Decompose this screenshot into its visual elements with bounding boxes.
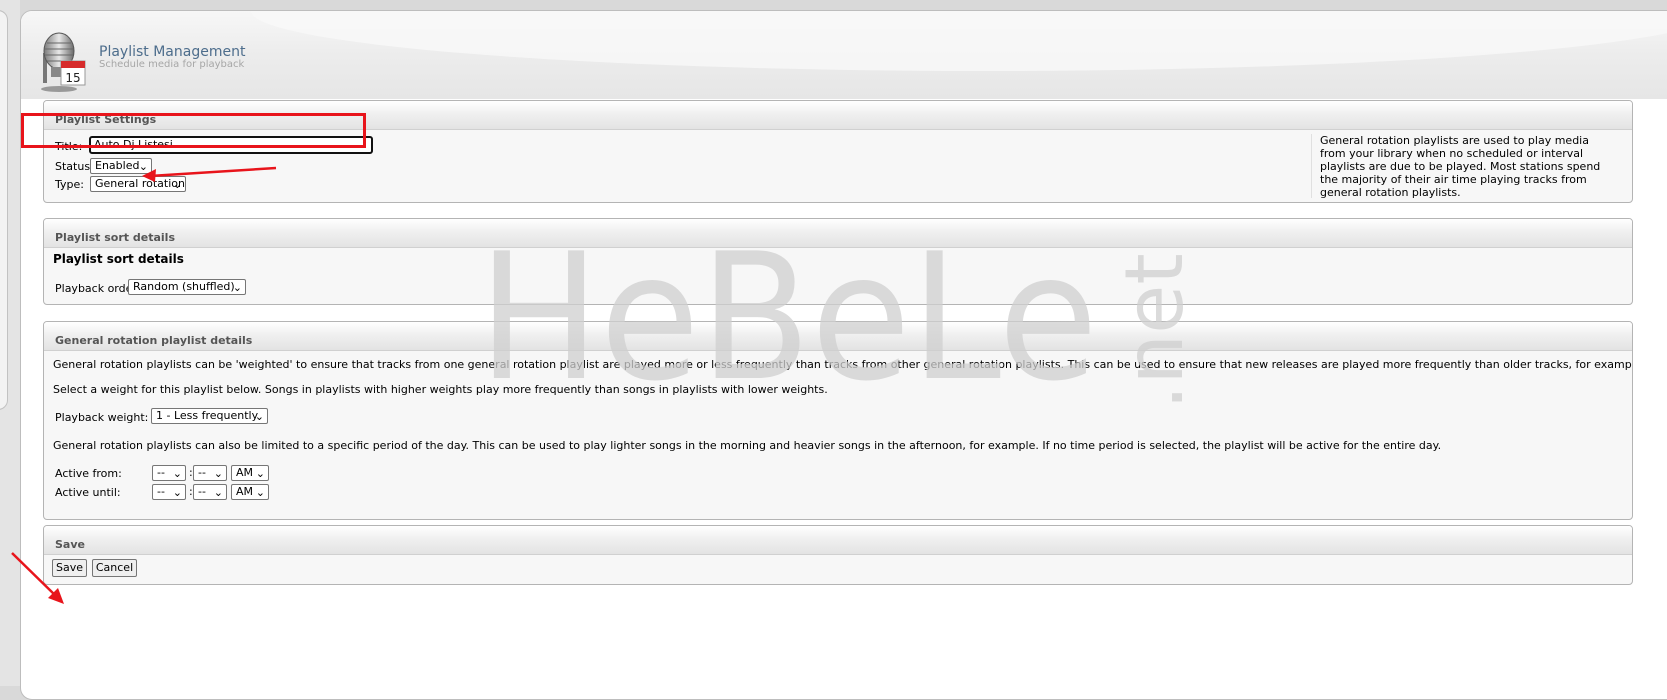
page-subtitle: Schedule media for playback (99, 59, 245, 70)
type-info-text: General rotation playlists are used to p… (1311, 134, 1631, 199)
weight-instruction: Select a weight for this playlist below.… (53, 383, 828, 396)
playback-weight-label: Playback weight: (55, 411, 149, 424)
playback-order-select[interactable]: Random (shuffled) ⌄ (128, 279, 246, 295)
panel-heading: Save (44, 526, 1632, 555)
active-until-hour-select[interactable]: -- ⌄ (152, 484, 186, 500)
active-until-minute-select[interactable]: -- ⌄ (193, 484, 227, 500)
microphone-calendar-icon: 15 (41, 32, 86, 92)
chevron-down-icon: ⌄ (172, 467, 182, 480)
page-header: 15 Playlist Management Schedule media fo… (21, 11, 1667, 99)
chevron-down-icon: ⌄ (172, 486, 182, 499)
save-panel: Save Save Cancel (43, 525, 1633, 585)
chevron-down-icon: ⌄ (213, 486, 223, 499)
time-period-description: General rotation playlists can also be l… (53, 439, 1442, 452)
active-from-hour-select[interactable]: -- ⌄ (152, 465, 186, 481)
active-from-label: Active from: (55, 467, 122, 480)
panel-heading: Playlist sort details (44, 219, 1632, 248)
active-until-label: Active until: (55, 486, 121, 499)
panel-heading: General rotation playlist details (44, 322, 1632, 351)
rotation-details-panel: General rotation playlist details Genera… (43, 321, 1633, 520)
active-from-minute-select[interactable]: -- ⌄ (193, 465, 227, 481)
playback-weight-select[interactable]: 1 - Less frequently ⌄ (151, 408, 268, 424)
save-button[interactable]: Save (52, 559, 87, 577)
chevron-down-icon: ⌄ (254, 410, 264, 423)
chevron-down-icon: ⌄ (172, 178, 182, 191)
page-title: Playlist Management (99, 44, 246, 60)
chevron-down-icon: ⌄ (213, 467, 223, 480)
chevron-down-icon: ⌄ (255, 486, 265, 499)
svg-text:15: 15 (65, 71, 80, 85)
chevron-down-icon: ⌄ (255, 467, 265, 480)
sort-subheading: Playlist sort details (53, 252, 184, 266)
header-gloss (251, 11, 1667, 71)
chevron-down-icon: ⌄ (138, 160, 148, 173)
active-until-ampm-select[interactable]: AM ⌄ (231, 484, 269, 500)
left-sidebar-panel (0, 10, 8, 410)
cancel-button[interactable]: Cancel (92, 559, 137, 577)
status-label: Status: (55, 160, 94, 173)
active-from-ampm-select[interactable]: AM ⌄ (231, 465, 269, 481)
chevron-down-icon: ⌄ (232, 281, 242, 294)
playlist-sort-panel: Playlist sort details Playlist sort deta… (43, 218, 1633, 305)
status-select[interactable]: Enabled ⌄ (90, 158, 152, 174)
type-label: Type: (55, 178, 84, 191)
weight-description: General rotation playlists can be 'weigh… (53, 358, 1633, 371)
type-select[interactable]: General rotation ⌄ (90, 176, 186, 192)
title-highlight-box (21, 113, 366, 148)
